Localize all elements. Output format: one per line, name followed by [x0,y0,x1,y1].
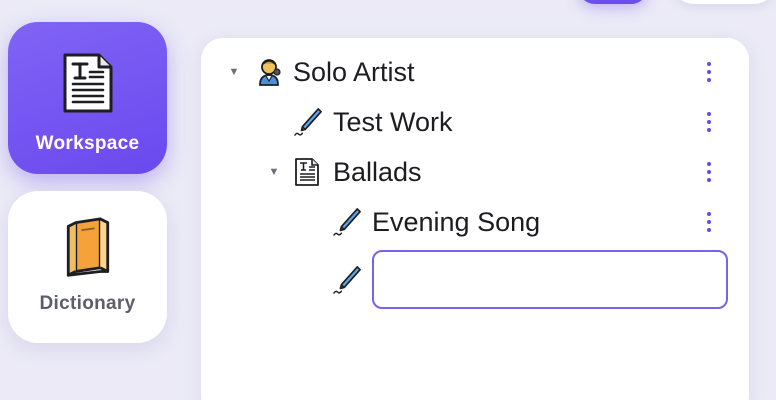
tree-item-label: Evening Song [372,206,541,237]
pen-icon [333,206,361,238]
app-root: Workspace Dictionary ▼ Solo Artist Test … [0,0,776,400]
more-options-icon[interactable] [697,106,721,138]
expand-toggle-icon[interactable]: ▼ [227,66,241,78]
more-options-icon[interactable] [697,56,721,88]
pen-icon [294,106,322,138]
expand-toggle-icon[interactable]: ▼ [267,166,281,178]
more-options-icon[interactable] [697,156,721,188]
tree-item-test-work[interactable]: Test Work [0,102,776,142]
tree-item-ballads[interactable]: ▼ Ballads [0,152,776,192]
top-secondary-button[interactable] [672,0,776,4]
tree-item-label: Test Work [333,106,453,137]
tree-item-label: Solo Artist [293,56,415,87]
document-icon [293,156,321,188]
singer-icon [256,56,284,88]
new-item-name-input[interactable] [372,250,728,309]
top-primary-button[interactable] [578,0,648,4]
tree-item-solo-artist[interactable]: ▼ Solo Artist [0,52,776,92]
tree-item-evening-song[interactable]: Evening Song [0,202,776,242]
tree-item-label: Ballads [333,156,422,187]
pen-icon [333,264,361,296]
sidebar-item-label: Dictionary [39,293,136,314]
more-options-icon[interactable] [697,206,721,238]
